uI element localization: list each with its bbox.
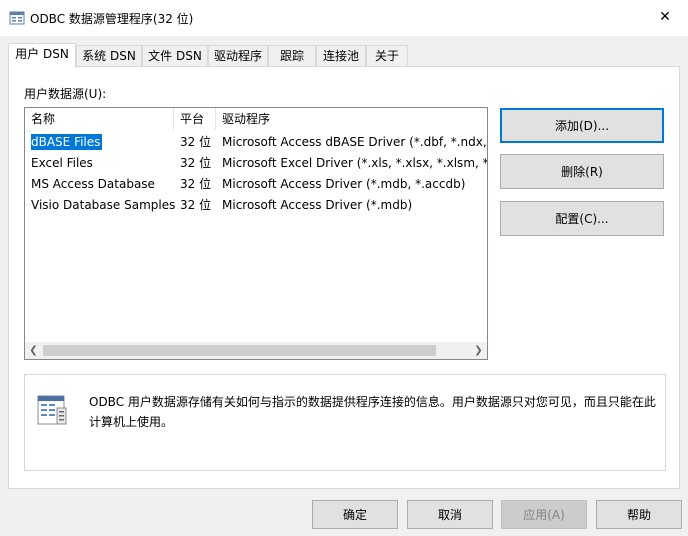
data-source-icon [37, 395, 67, 425]
dsn-platform: 32 位 [180, 177, 212, 191]
user-data-sources-label: 用户数据源(U): [24, 87, 107, 101]
tab-user-dsn[interactable]: 用户 DSN [8, 43, 76, 68]
dsn-platform: 32 位 [180, 198, 212, 212]
dsn-name: Excel Files [31, 156, 93, 170]
add-button[interactable]: 添加(D)... [500, 108, 664, 143]
cancel-button[interactable]: 取消 [407, 500, 493, 529]
dsn-platform: 32 位 [180, 135, 212, 149]
configure-button[interactable]: 配置(C)... [500, 201, 664, 236]
user-dsn-list[interactable]: 名称 平台 驱动程序 dBASE Files 32 位 Microsoft Ac… [24, 107, 488, 360]
help-button[interactable]: 帮助 [596, 500, 682, 529]
column-header-platform[interactable]: 平台 [174, 108, 216, 130]
dsn-name: dBASE Files [31, 134, 103, 150]
close-icon: ✕ [659, 9, 671, 25]
dsn-platform: 32 位 [180, 156, 212, 170]
info-text: ODBC 用户数据源存储有关如何与指示的数据提供程序连接的信息。用户数据源只对您… [89, 395, 656, 429]
dsn-name: MS Access Database [31, 177, 155, 191]
dsn-driver: Microsoft Access Driver (*.mdb) [222, 198, 413, 212]
scroll-left-icon[interactable]: ❮ [25, 342, 42, 359]
tab-connection-pooling[interactable]: 连接池 [316, 45, 366, 67]
tab-about[interactable]: 关于 [366, 45, 408, 67]
table-row[interactable]: dBASE Files 32 位 Microsoft Access dBASE … [25, 132, 487, 153]
list-header: 名称 平台 驱动程序 [25, 108, 487, 130]
window-title: ODBC 数据源管理程序(32 位) [30, 12, 194, 26]
column-header-name[interactable]: 名称 [25, 108, 174, 130]
tab-file-dsn[interactable]: 文件 DSN [142, 45, 208, 67]
dsn-name: Visio Database Samples [31, 198, 176, 212]
close-button[interactable]: ✕ [642, 0, 688, 34]
apply-button[interactable]: 应用(A) [501, 500, 587, 529]
scroll-right-icon[interactable]: ❯ [470, 342, 487, 359]
remove-button[interactable]: 删除(R) [500, 154, 664, 189]
info-box: ODBC 用户数据源存储有关如何与指示的数据提供程序连接的信息。用户数据源只对您… [24, 374, 666, 471]
column-header-driver[interactable]: 驱动程序 [216, 108, 487, 130]
table-row[interactable]: Excel Files 32 位 Microsoft Excel Driver … [25, 153, 487, 174]
odbc-app-icon [9, 11, 25, 25]
title-bar: ODBC 数据源管理程序(32 位) ✕ [0, 0, 688, 36]
dsn-driver: Microsoft Access dBASE Driver (*.dbf, *.… [222, 135, 487, 149]
horizontal-scrollbar[interactable]: ❮ ❯ [25, 342, 487, 359]
tab-drivers[interactable]: 驱动程序 [208, 45, 268, 67]
dsn-driver: Microsoft Access Driver (*.mdb, *.accdb) [222, 177, 466, 191]
table-row[interactable]: Visio Database Samples 32 位 Microsoft Ac… [25, 195, 487, 216]
scrollbar-thumb[interactable] [43, 345, 436, 356]
ok-button[interactable]: 确定 [312, 500, 398, 529]
tab-system-dsn[interactable]: 系统 DSN [76, 45, 142, 67]
tab-page-user-dsn: 用户数据源(U): 名称 平台 驱动程序 dBASE Files 32 位 Mi… [8, 66, 680, 489]
table-row[interactable]: MS Access Database 32 位 Microsoft Access… [25, 174, 487, 195]
list-rows: dBASE Files 32 位 Microsoft Access dBASE … [25, 132, 487, 216]
tab-tracing[interactable]: 跟踪 [268, 45, 316, 67]
dsn-driver: Microsoft Excel Driver (*.xls, *.xlsx, *… [222, 156, 487, 170]
